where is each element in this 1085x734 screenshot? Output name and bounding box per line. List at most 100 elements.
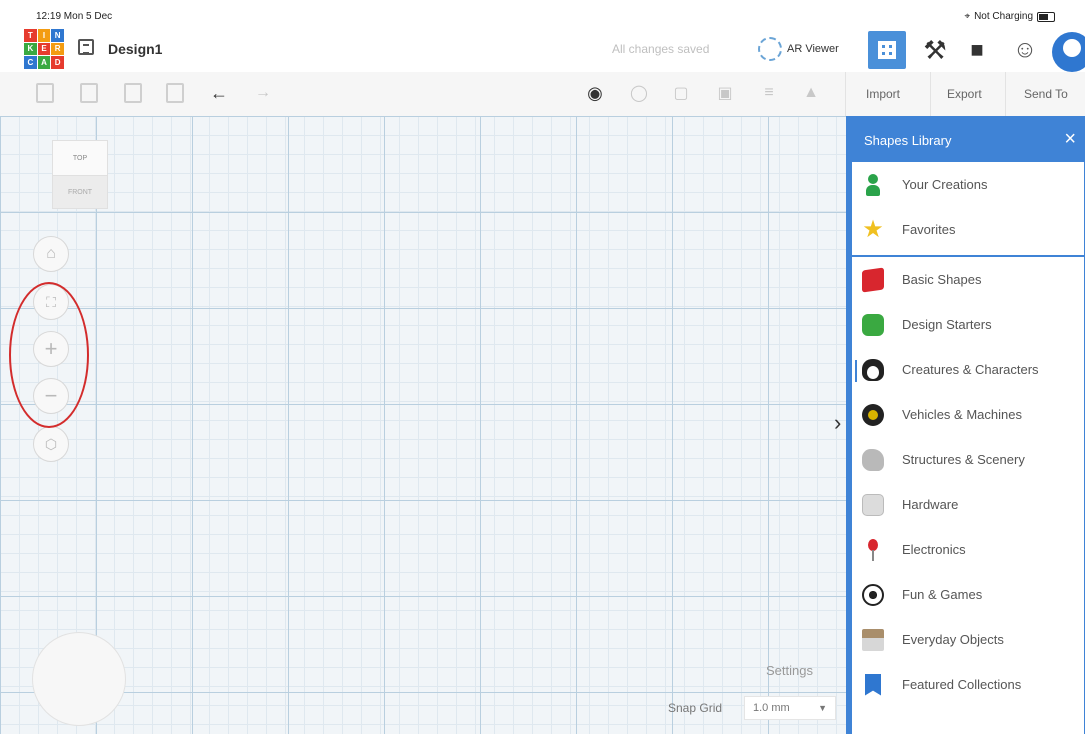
shape-category-item[interactable]: Vehicles & Machines [852,392,1084,437]
toolbar-divider [930,72,931,116]
chevron-down-icon: ▼ [818,703,827,713]
logo-letter: N [51,29,64,42]
status-time: 12:19 Mon 5 Dec [36,11,113,22]
ar-viewer-button[interactable]: AR Viewer [758,34,839,64]
logo-letter: C [24,56,37,69]
logo-letter: K [24,42,37,56]
mirror-icon[interactable]: ▲ [800,82,822,104]
shape-category-label: Design Starters [902,317,992,332]
shape-category-item[interactable]: Hardware [852,482,1084,527]
green-cube-icon [862,313,884,336]
shapes-library-title: Shapes Library [864,133,952,148]
logo-letter: T [24,29,37,42]
align-icon[interactable]: ≡ [758,82,780,104]
save-status: All changes saved [612,42,710,56]
shape-category-item[interactable]: Electronics [852,527,1084,572]
shape-categories-group: Basic Shapes Design Starters Creatures & C… [852,257,1084,734]
import-button[interactable]: Import [866,87,900,101]
shape-category-item[interactable]: Creatures & Characters [852,347,1084,392]
home-icon: ⌂ [46,245,56,262]
toolbar-divider [845,72,846,116]
shape-category-item[interactable]: Featured Collections [852,662,1084,707]
shape-category-item[interactable]: Your Creations [852,162,1084,207]
workplane-grid[interactable] [0,116,846,734]
shape-category-label: Electronics [902,542,966,557]
logo-letter: D [51,56,64,69]
design-list-icon[interactable] [78,39,94,55]
red-cube-icon [862,266,884,293]
penguin-icon [862,358,884,381]
duplicate-icon[interactable] [122,82,144,104]
person-icon [866,173,880,196]
star-icon: ★ [862,215,884,243]
notes-icon[interactable]: ◉ [584,82,606,104]
shapes-library-header: Shapes Library × [846,116,1085,162]
shape-category-item[interactable]: Basic Shapes [852,257,1084,302]
logo-letter: I [37,29,51,42]
shape-category-label: Creatures & Characters [902,362,1039,377]
snap-grid-label: Snap Grid [668,701,723,715]
logo-letter: A [37,56,51,69]
shape-category-label: Your Creations [902,177,988,192]
close-icon[interactable]: × [1064,128,1076,151]
status-bar: 12:19 Mon 5 Dec ⌖ Not Charging [0,0,1085,26]
scroll-indicator [855,360,857,382]
snap-grid-select[interactable]: 1.0 mm ▼ [744,696,836,720]
nut-icon [862,493,884,516]
shape-category-label: Favorites [902,222,956,237]
logo-letter: R [51,42,64,56]
shape-category-item[interactable]: ★ Favorites [852,207,1084,252]
annotation-highlight [9,282,89,428]
charging-status: ⌖ Not Charging [964,11,1055,22]
navigation-joystick[interactable] [32,632,126,726]
shape-category-label: Structures & Scenery [902,452,1025,467]
codeblocks-button[interactable]: ⚒ [916,31,954,69]
wheel-icon [862,403,884,426]
design-title[interactable]: Design1 [108,41,162,57]
soccer-ball-icon [862,583,884,606]
charging-label: Not Charging [974,11,1033,22]
personal-shapes-group: Your Creations ★ Favorites [852,162,1084,255]
bricks-button[interactable]: ■ [958,31,996,69]
shape-category-item[interactable]: Structures & Scenery [852,437,1084,482]
shape-category-label: Basic Shapes [902,272,982,287]
grid-icon [878,41,896,59]
lamp-icon [862,628,884,651]
edit-toolbar: ← → ◉ ◯ ▢ ▣ ≡ ▲ Import Export Send To [0,72,1085,117]
panel-collapse-chevron-icon[interactable]: › [834,410,841,436]
copy-icon[interactable] [34,82,56,104]
settings-button[interactable]: Settings [766,663,813,678]
shape-category-label: Featured Collections [902,677,1022,692]
ar-cube-icon [758,37,782,61]
light-bulb-icon[interactable]: ◯ [628,82,650,104]
battery-icon [1037,11,1055,22]
tinkercad-logo[interactable]: TIN KER CAD [24,29,64,69]
view-cube-front[interactable]: FRONT [52,175,108,209]
paste-icon[interactable] [78,82,100,104]
snap-grid-value: 1.0 mm [753,702,790,714]
ungroup-icon[interactable]: ▣ [714,82,736,104]
user-avatar[interactable] [1052,32,1085,72]
send-to-button[interactable]: Send To [1024,87,1068,101]
view-cube-top[interactable]: TOP [52,140,108,176]
redo-icon[interactable]: → [252,82,274,104]
home-view-button[interactable]: ⌂ [33,236,69,272]
export-button[interactable]: Export [947,87,982,101]
shape-category-label: Fun & Games [902,587,983,602]
ar-viewer-label: AR Viewer [787,43,839,55]
group-icon[interactable]: ▢ [670,82,692,104]
shape-category-item[interactable]: Design Starters [852,302,1084,347]
view-cube[interactable]: TOP FRONT [52,140,110,209]
shape-category-item[interactable]: Everyday Objects [852,617,1084,662]
top-bar: TIN KER CAD Design1 All changes saved AR V… [0,26,1085,72]
shape-category-item[interactable]: Fun & Games [852,572,1084,617]
cube-icon: ⬡ [44,435,58,452]
perspective-button[interactable]: ⬡ [33,426,69,462]
shapes-library-panel: Shapes Library × Your Creations ★ Favorite… [846,116,1085,734]
3d-design-view-button[interactable] [868,31,906,69]
add-user-button[interactable]: ☺ [1006,31,1044,69]
add-user-icon: ☺ [1012,36,1038,63]
delete-icon[interactable] [164,82,186,104]
undo-icon[interactable]: ← [208,82,230,104]
pin-icon [868,538,878,561]
